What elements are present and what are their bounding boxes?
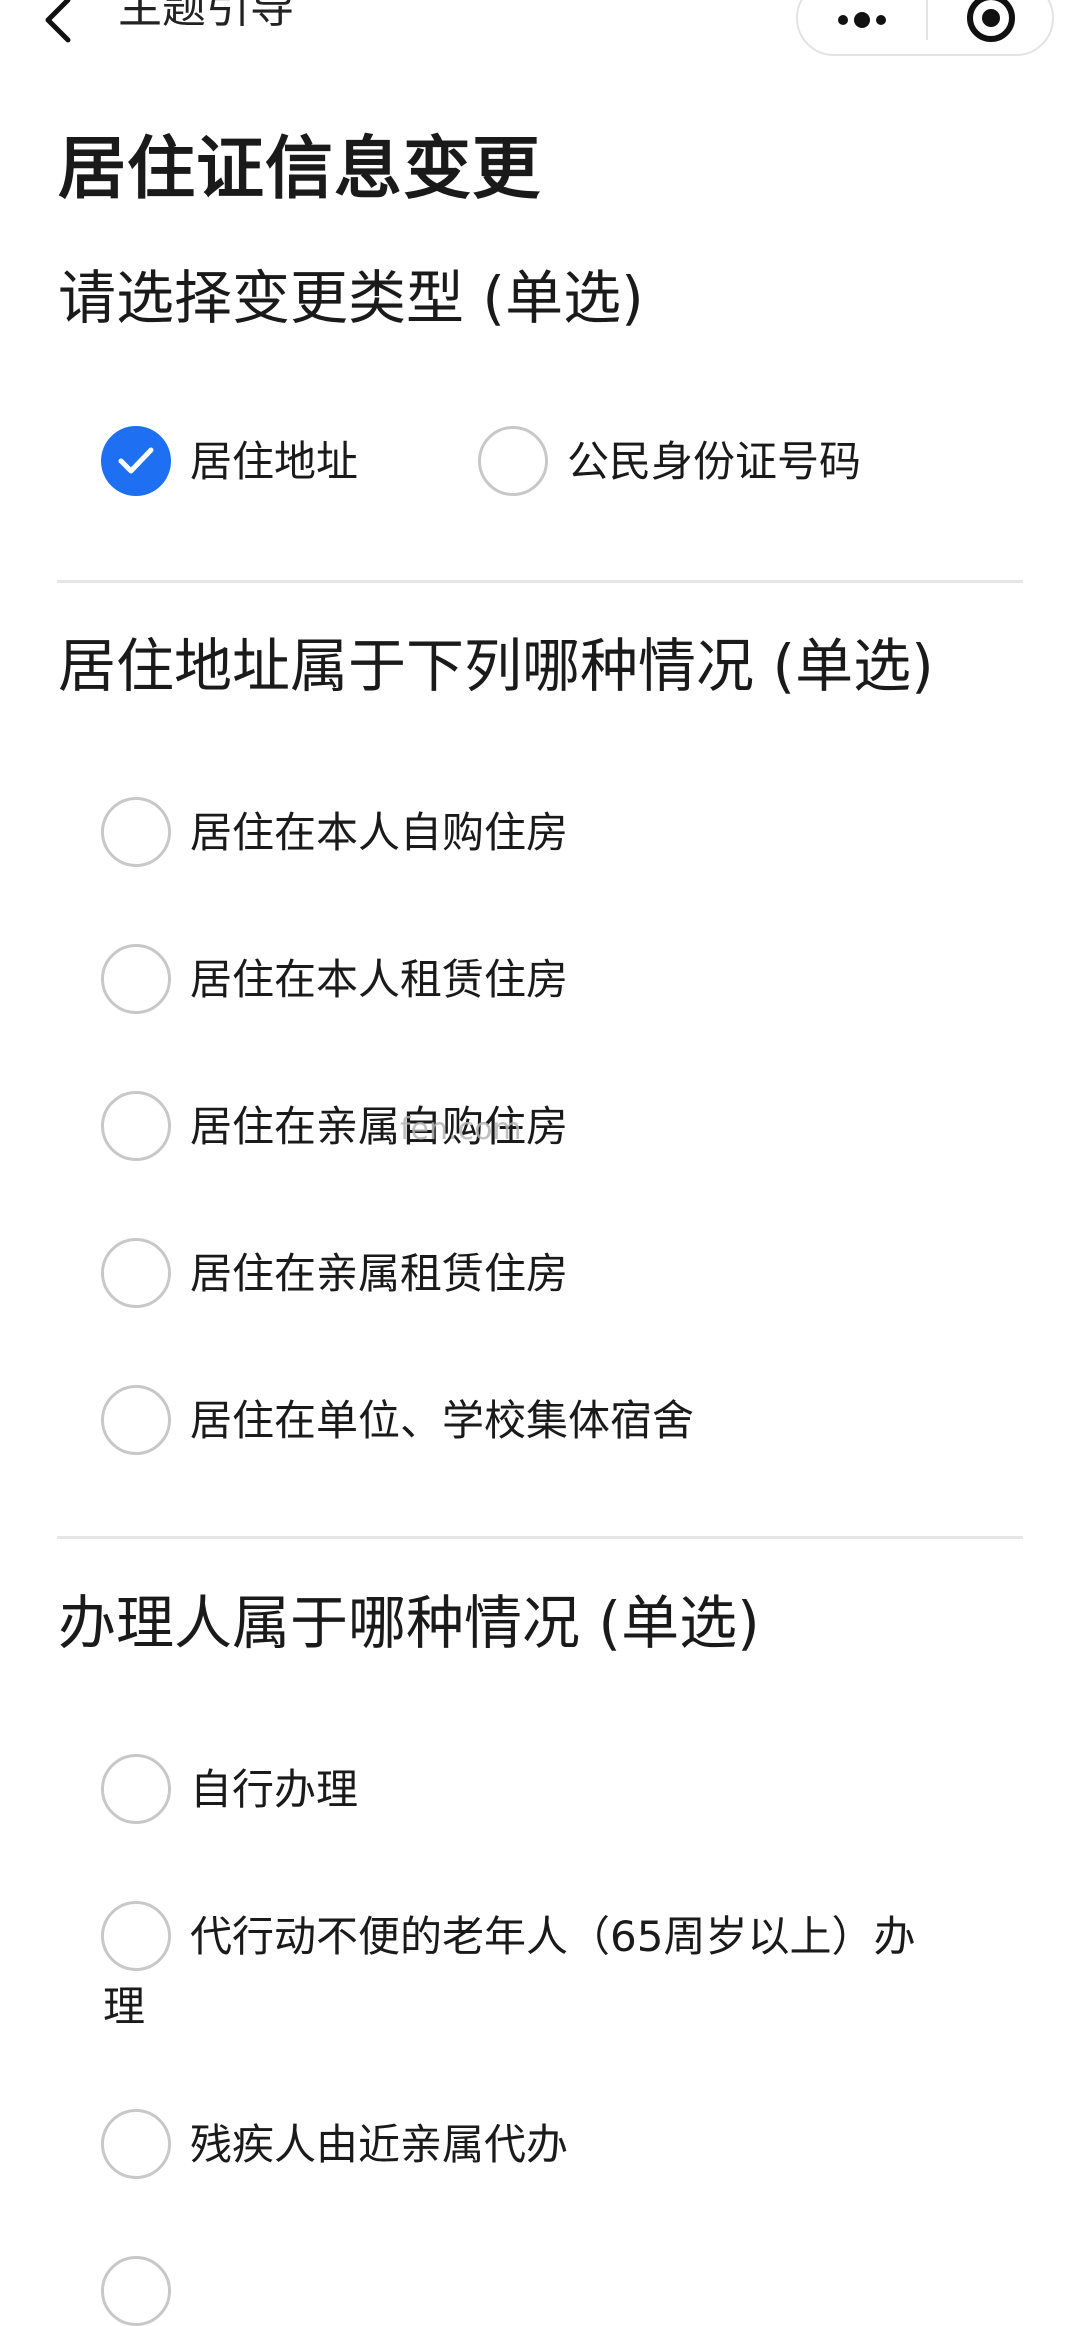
radio-relative-purchased-housing[interactable] [101,1091,171,1161]
radio-relative-rented-housing[interactable] [101,1238,171,1308]
option-label-own-purchased-housing[interactable]: 居住在本人自购住房 [190,803,568,863]
radio-next-option-partial[interactable] [101,2256,171,2326]
radio-own-purchased-housing[interactable] [101,797,171,867]
close-mini-program-button[interactable] [928,0,1054,58]
checkmark-icon [118,447,154,474]
radio-own-rented-housing[interactable] [101,944,171,1014]
option-label-on-behalf-of-elderly[interactable]: 代行动不便的老年人（65周岁以上）办理 [103,1902,923,2042]
option-label-relative-rented-housing[interactable]: 居住在亲属租赁住房 [190,1244,568,1304]
option-label-self-handling[interactable]: 自行办理 [190,1760,358,1820]
radio-self-handling[interactable] [101,1754,171,1824]
section-title-applicant-situation: 办理人属于哪种情况 (单选) [58,1589,760,1657]
option-label-disabled-by-relative[interactable]: 残疾人由近亲属代办 [190,2115,568,2175]
watermark: fen.com [400,1112,522,1147]
chevron-left-icon [45,0,71,43]
option-label-collective-dormitory[interactable]: 居住在单位、学校集体宿舍 [190,1391,694,1451]
mini-program-capsule [796,0,1054,56]
more-button[interactable] [798,0,926,58]
nav-title: 主题引导 [118,0,294,33]
radio-residential-address[interactable] [101,426,171,496]
option-label-citizen-id-number[interactable]: 公民身份证号码 [567,432,861,492]
section-title-residence-situation: 居住地址属于下列哪种情况 (单选) [58,632,934,700]
target-close-icon [967,0,1015,42]
section-divider [57,580,1023,583]
option-label-residential-address[interactable]: 居住地址 [190,432,358,492]
radio-citizen-id-number[interactable] [478,426,548,496]
page-title: 居住证信息变更 [58,130,542,209]
navigation-bar: 主题引导 [0,0,1080,80]
section-divider [57,1536,1023,1539]
radio-disabled-by-relative[interactable] [101,2109,171,2179]
section-title-change-type: 请选择变更类型 (单选) [58,264,644,332]
option-label-own-rented-housing[interactable]: 居住在本人租赁住房 [190,950,568,1010]
back-button[interactable] [38,0,78,52]
radio-collective-dormitory[interactable] [101,1385,171,1455]
